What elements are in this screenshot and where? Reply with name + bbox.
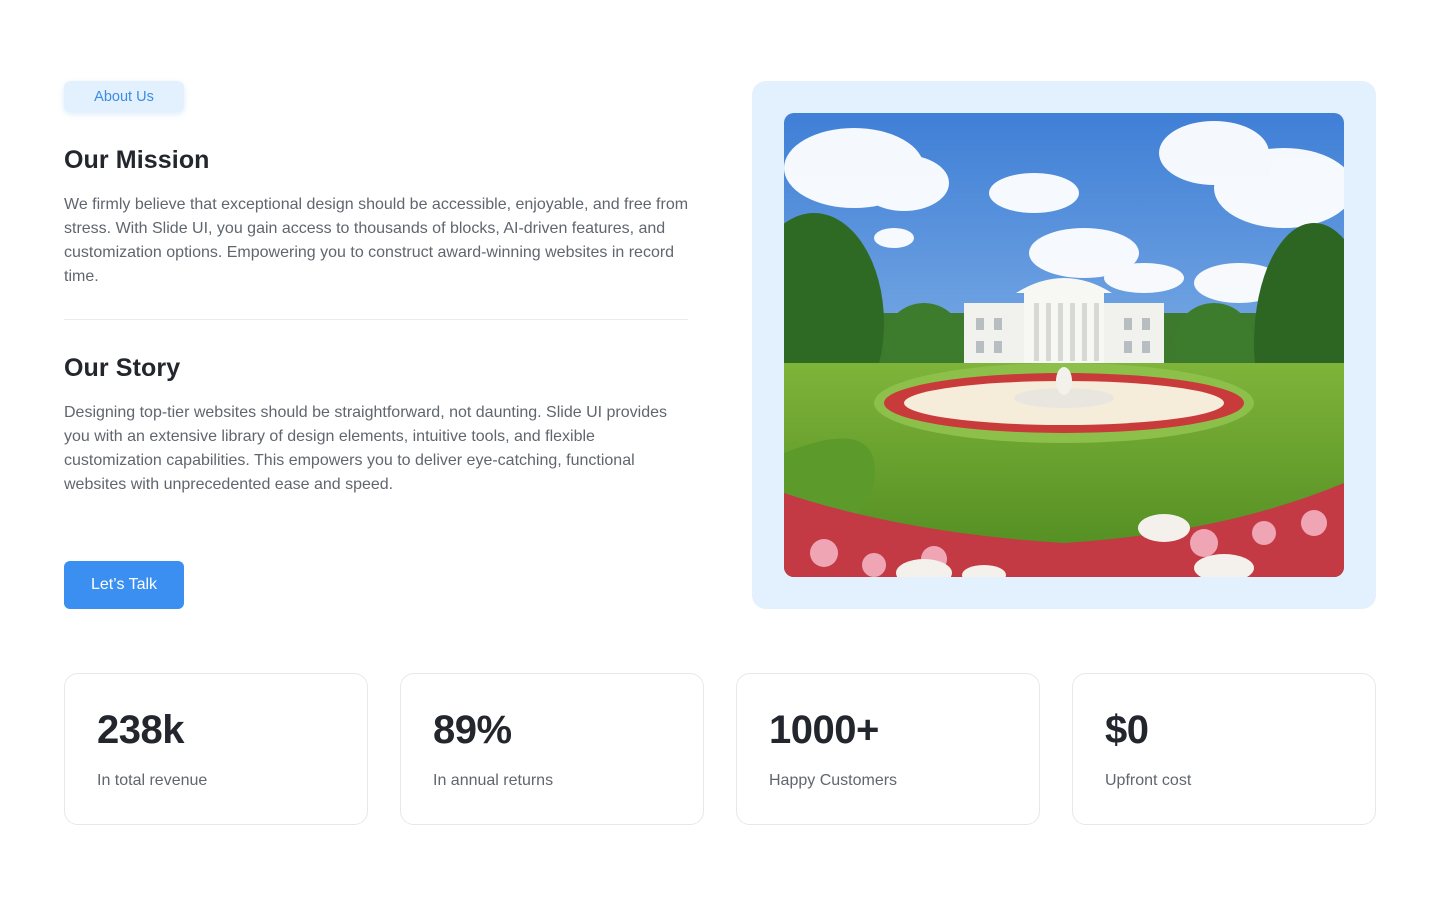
stat-card-returns: 89% In annual returns [400,673,704,825]
stat-value: 238k [97,708,184,752]
about-us-badge: About Us [64,81,184,112]
stat-label: In total revenue [97,772,208,789]
stat-card-upfront-cost: $0 Upfront cost [1072,673,1376,825]
stat-card-revenue: 238k In total revenue [64,673,368,825]
story-text: Designing top-tier websites should be st… [64,404,667,493]
mission-text: We firmly believe that exceptional desig… [64,196,689,285]
stat-label: Happy Customers [769,772,898,789]
mission-heading: Our Mission [64,146,210,174]
stat-value: $0 [1105,708,1149,752]
image-frame [752,81,1376,609]
stat-value: 89% [433,708,512,752]
section-divider [64,319,688,320]
stat-label: In annual returns [433,772,554,789]
stat-card-customers: 1000+ Happy Customers [736,673,1040,825]
white-house-garden-image [784,113,1344,577]
story-heading: Our Story [64,354,181,382]
stat-value: 1000+ [769,708,879,752]
stat-label: Upfront cost [1105,772,1192,789]
lets-talk-button[interactable]: Let’s Talk [64,561,184,609]
